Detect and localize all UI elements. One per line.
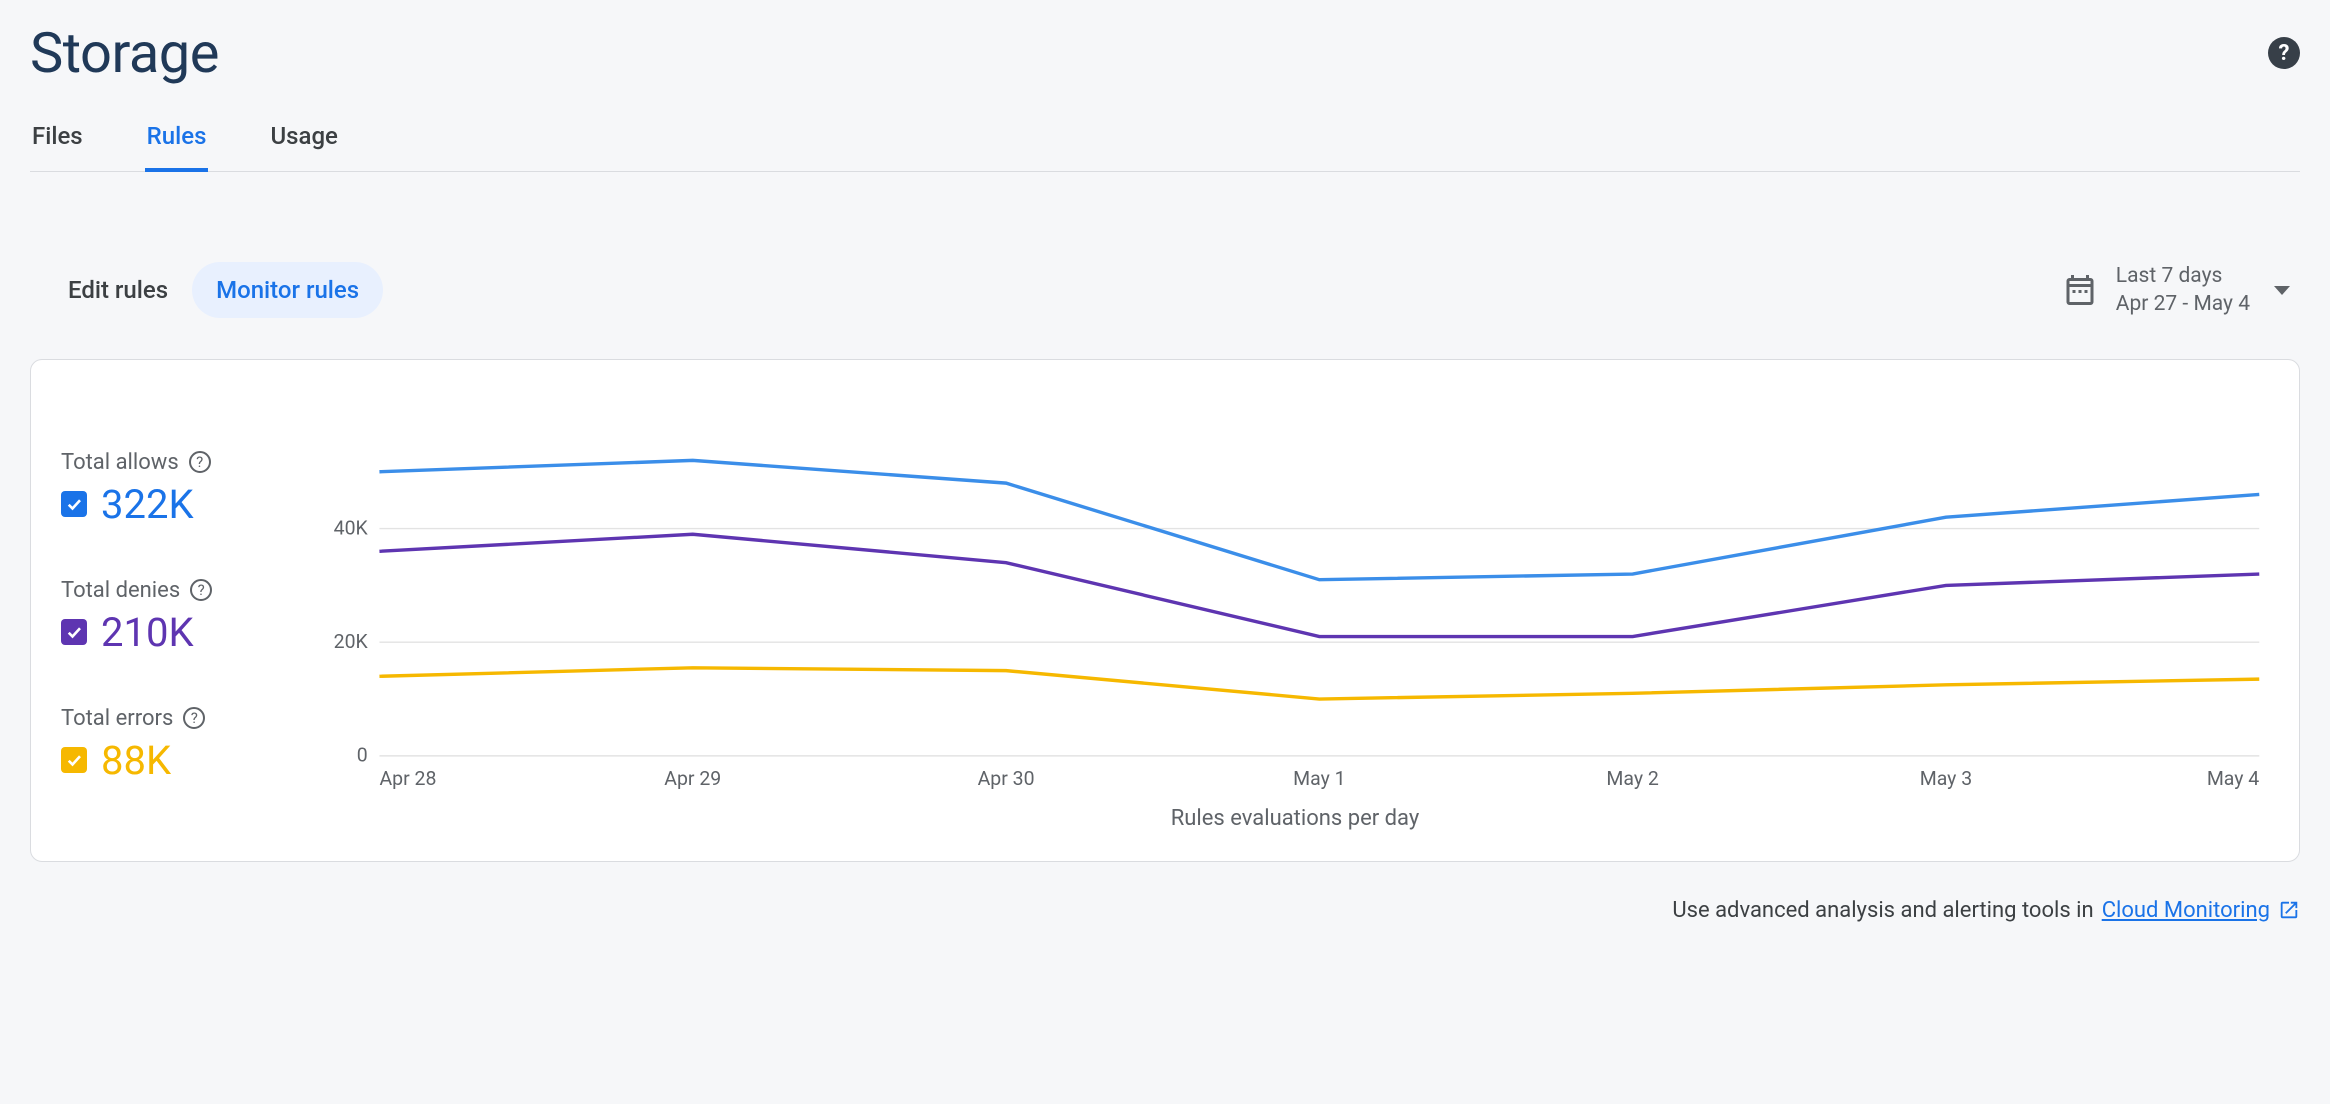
date-range-label: Last 7 days — [2116, 262, 2250, 290]
svg-text:May 4: May 4 — [2207, 767, 2259, 790]
svg-text:May 3: May 3 — [1920, 767, 1972, 790]
help-icon[interactable]: ? — [190, 579, 212, 601]
cloud-monitoring-link[interactable]: Cloud Monitoring — [2102, 898, 2270, 923]
svg-text:0: 0 — [357, 743, 368, 766]
chart-caption: Rules evaluations per day — [321, 806, 2269, 831]
footer-text: Use advanced analysis and alerting tools… — [1672, 898, 2093, 923]
svg-text:May 2: May 2 — [1606, 767, 1658, 790]
checkbox-errors[interactable] — [61, 747, 87, 773]
svg-text:20K: 20K — [334, 630, 369, 653]
external-link-icon — [2278, 899, 2300, 921]
svg-text:May 1: May 1 — [1293, 767, 1345, 790]
help-icon[interactable]: ? — [183, 707, 205, 729]
tab-rules[interactable]: Rules — [145, 122, 209, 172]
help-icon[interactable]: ? — [2268, 37, 2300, 69]
seg-edit-rules[interactable]: Edit rules — [44, 262, 192, 318]
chevron-down-icon — [2274, 286, 2290, 295]
metric-allows-value: 322K — [101, 481, 194, 528]
tabs: Files Rules Usage — [30, 122, 2300, 172]
tab-files[interactable]: Files — [30, 122, 85, 172]
seg-monitor-rules[interactable]: Monitor rules — [192, 262, 383, 318]
svg-text:Apr 29: Apr 29 — [664, 767, 721, 790]
segmented-control: Edit rules Monitor rules — [44, 262, 383, 318]
svg-text:Apr 30: Apr 30 — [978, 767, 1035, 790]
svg-text:Apr 28: Apr 28 — [379, 767, 436, 790]
date-range-dates: Apr 27 - May 4 — [2116, 290, 2250, 318]
calendar-icon — [2062, 272, 2098, 308]
chart: 0 20K 40K Apr 28 Apr 29 Apr 30 May 1 May 2 May 3… — [321, 400, 2269, 800]
help-icon[interactable]: ? — [189, 451, 211, 473]
metric-errors-value: 88K — [101, 737, 171, 784]
date-range-picker[interactable]: Last 7 days Apr 27 - May 4 — [2062, 262, 2290, 319]
chart-card: Total allows ? 322K Total denies ? 210K — [30, 359, 2300, 862]
metric-denies-label: Total denies — [61, 578, 180, 603]
checkbox-denies[interactable] — [61, 619, 87, 645]
footer-note: Use advanced analysis and alerting tools… — [30, 898, 2300, 923]
page-title: Storage — [30, 20, 219, 86]
metric-denies-value: 210K — [101, 609, 194, 656]
checkbox-allows[interactable] — [61, 491, 87, 517]
metric-allows-label: Total allows — [61, 450, 179, 475]
svg-text:40K: 40K — [334, 516, 369, 539]
tab-usage[interactable]: Usage — [268, 122, 339, 172]
metric-errors-label: Total errors — [61, 706, 173, 731]
